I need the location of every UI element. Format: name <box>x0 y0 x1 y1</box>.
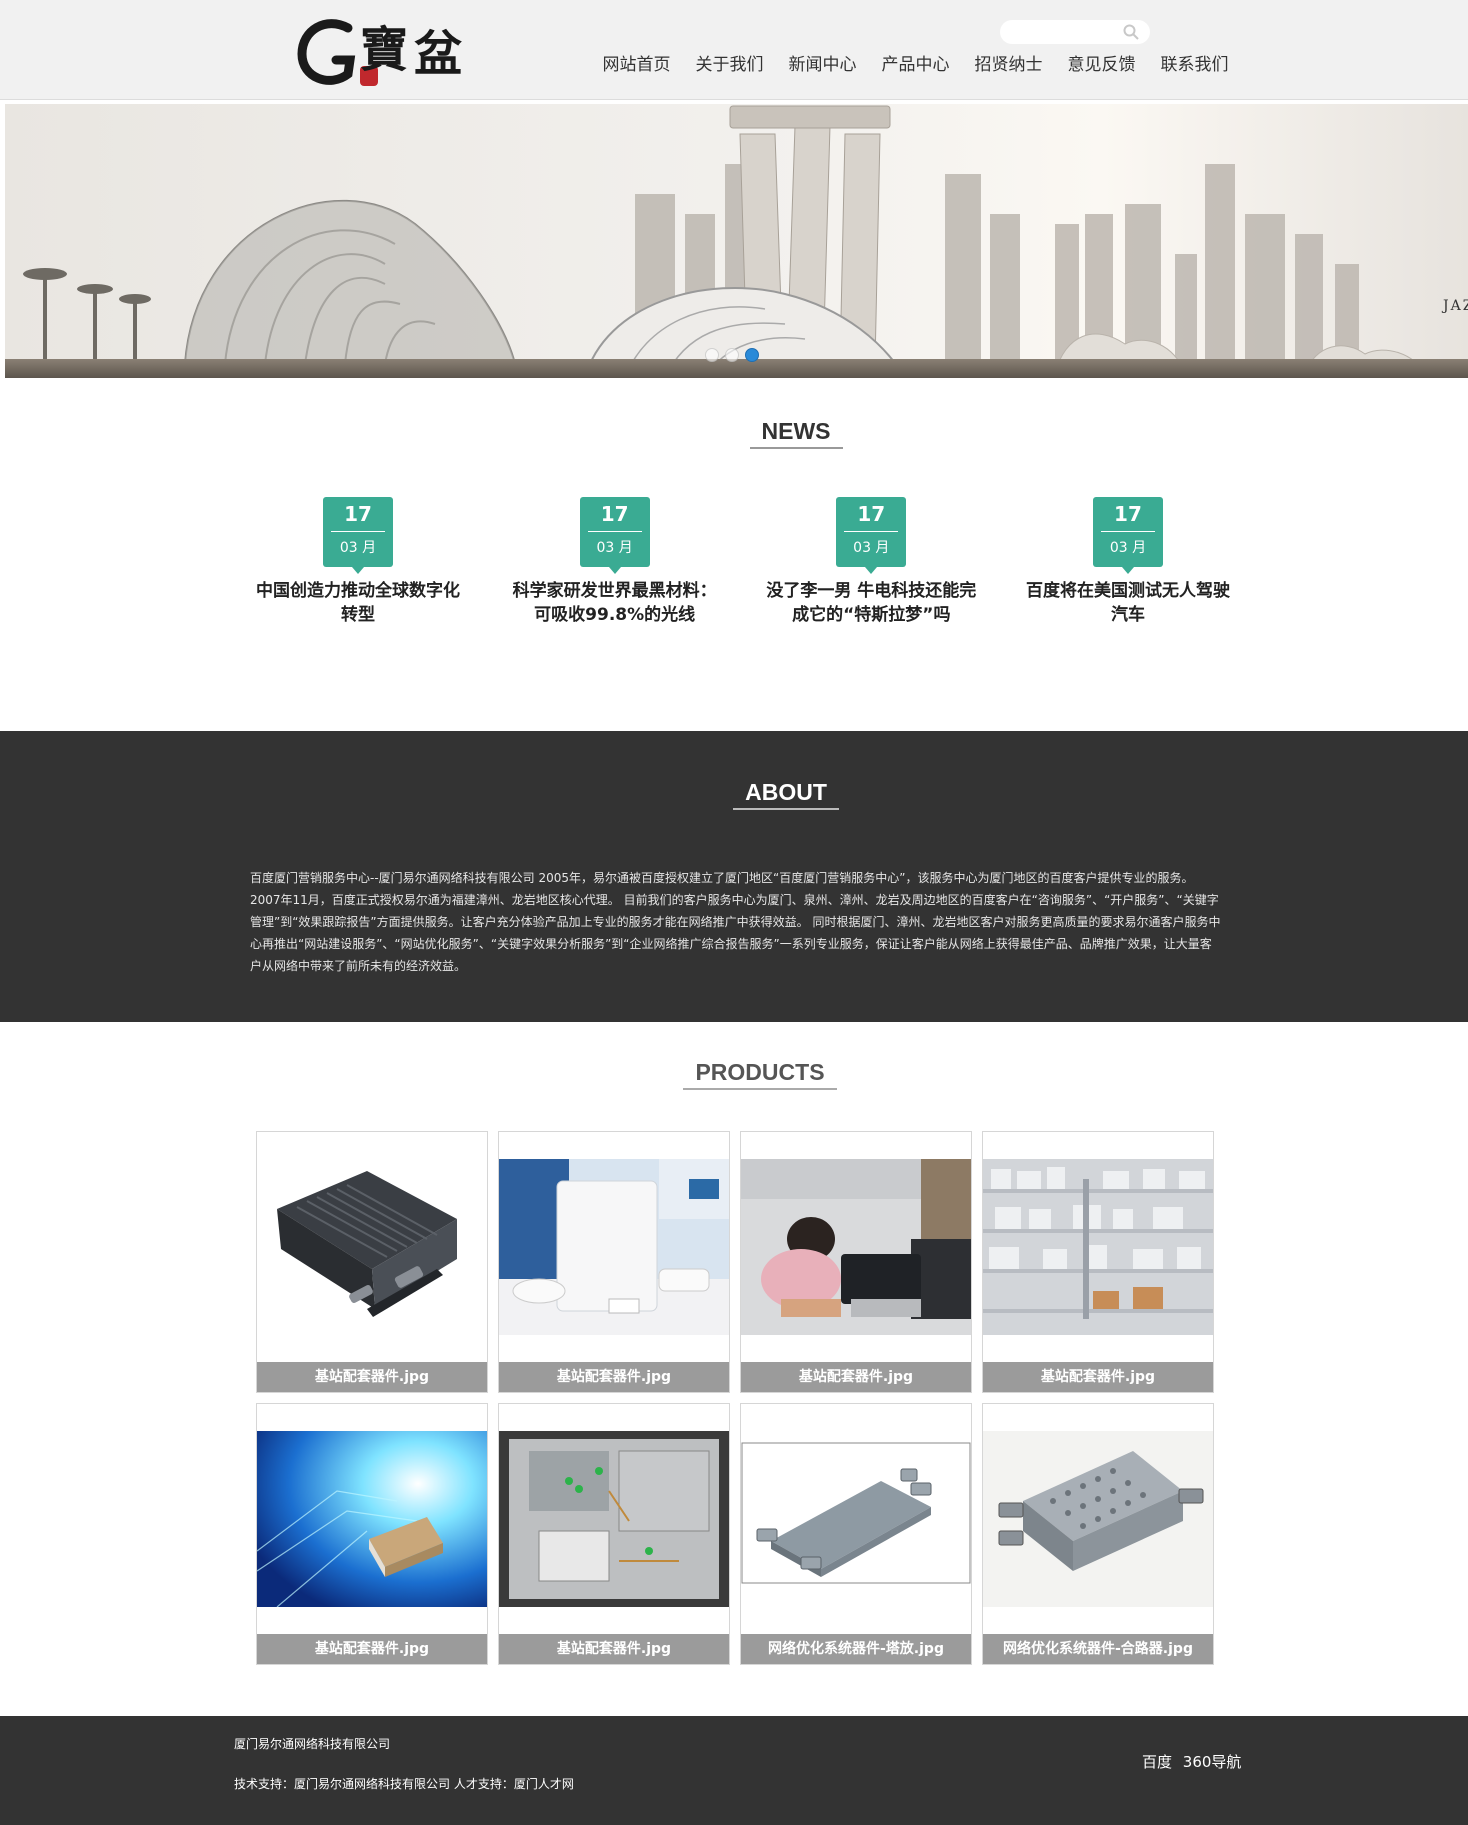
about-section-title: ABOUT <box>0 779 1468 810</box>
product-card[interactable]: 基站配套器件.jpg <box>498 1403 730 1665</box>
product-card[interactable]: 基站配套器件.jpg <box>740 1131 972 1393</box>
nav-feedback[interactable]: 意见反馈 <box>1055 52 1148 78</box>
footer-links: 百度 360导航 <box>1142 1751 1247 1772</box>
svg-text:寶: 寶 <box>360 22 408 78</box>
svg-text:盆: 盆 <box>414 26 462 82</box>
date-badge: 17 03 月 <box>1092 497 1163 574</box>
about-section: ABOUT 百度厦门营销服务中心--厦门易尔通网络科技有限公司 2005年，易尔… <box>0 731 1468 1022</box>
date-day: 17 <box>587 497 642 532</box>
product-card[interactable]: 网络优化系统器件-塔放.jpg <box>740 1403 972 1665</box>
news-item[interactable]: 17 03 月 科学家研发世界最黑材料：可吸收99.8%的光线 <box>505 497 725 627</box>
product-caption[interactable]: 基站配套器件.jpg <box>741 1362 971 1392</box>
date-month: 03 月 <box>853 540 890 556</box>
news-headline[interactable]: 百度将在美国测试无人驾驶汽车 <box>1018 579 1238 627</box>
date-month: 03 月 <box>339 540 377 556</box>
date-badge: 17 03 月 <box>836 497 907 574</box>
nav-about[interactable]: 关于我们 <box>683 52 776 78</box>
product-card[interactable]: 基站配套器件.jpg <box>256 1131 488 1393</box>
nav-careers[interactable]: 招贤纳士 <box>962 52 1055 78</box>
product-caption[interactable]: 基站配套器件.jpg <box>257 1634 487 1664</box>
footer-company: 厦门易尔通网络科技有限公司 <box>234 1737 391 1751</box>
product-caption[interactable]: 基站配套器件.jpg <box>499 1634 729 1664</box>
product-image-shelves[interactable] <box>983 1159 1213 1335</box>
footer-link-baidu[interactable]: 百度 <box>1142 1753 1172 1771</box>
search-box <box>1000 20 1150 44</box>
date-month: 03 月 <box>1109 540 1147 556</box>
about-text: 百度厦门营销服务中心--厦门易尔通网络科技有限公司 2005年，易尔通被百度授权… <box>250 871 1221 973</box>
footer-link-360[interactable]: 360导航 <box>1183 1753 1242 1771</box>
nav-news[interactable]: 新闻中心 <box>776 52 869 78</box>
product-caption[interactable]: 网络优化系统器件-塔放.jpg <box>741 1634 971 1664</box>
product-card[interactable]: 基站配套器件.jpg <box>982 1131 1214 1393</box>
news-item[interactable]: 17 03 月 百度将在美国测试无人驾驶汽车 <box>1018 497 1238 627</box>
product-caption[interactable]: 基站配套器件.jpg <box>983 1362 1213 1392</box>
date-day: 17 <box>331 497 385 532</box>
news-headline[interactable]: 没了李一男 牛电科技还能完成它的“特斯拉梦”吗 <box>761 579 981 627</box>
banner-skyline-image: JAZ <box>5 104 1468 378</box>
news-item[interactable]: 17 03 月 没了李一男 牛电科技还能完成它的“特斯拉梦”吗 <box>761 497 981 627</box>
site-header: 寶 盆 网站首页 关于我们 新闻中心 产品中心 招贤纳士 意见反馈 联系我们 <box>0 0 1468 100</box>
site-footer: 厦门易尔通网络科技有限公司 技术支持：厦门易尔通网络科技有限公司 人才支持：厦门… <box>0 1716 1468 1825</box>
products-section-title: PRODUCTS <box>0 1059 1468 1090</box>
news-section-title: NEWS <box>0 418 1468 449</box>
search-input[interactable] <box>1000 20 1120 44</box>
product-image-enclosure[interactable] <box>257 1159 487 1335</box>
product-image-cabinet[interactable] <box>499 1431 729 1607</box>
date-day: 17 <box>1100 497 1155 532</box>
site-logo[interactable]: 寶 盆 <box>296 8 478 94</box>
news-headline[interactable]: 科学家研发世界最黑材料：可吸收99.8%的光线 <box>505 579 725 627</box>
news-item[interactable]: 17 03 月 中国创造力推动全球数字化转型 <box>248 497 468 627</box>
svg-text:JAZ: JAZ <box>1441 298 1468 314</box>
product-image-antenna[interactable] <box>499 1159 729 1335</box>
nav-contact[interactable]: 联系我们 <box>1148 52 1241 78</box>
date-badge: 17 03 月 <box>579 497 650 574</box>
carousel-dot[interactable] <box>725 348 739 362</box>
date-month: 03 月 <box>596 540 633 556</box>
product-card[interactable]: 基站配套器件.jpg <box>498 1131 730 1393</box>
product-image-capacitor[interactable] <box>257 1431 487 1607</box>
product-image-tower-amplifier[interactable] <box>741 1431 971 1607</box>
carousel-dot-active[interactable] <box>745 348 759 362</box>
date-badge: 17 03 月 <box>323 497 393 574</box>
carousel-dot[interactable] <box>705 348 719 362</box>
product-card[interactable]: 基站配套器件.jpg <box>256 1403 488 1665</box>
footer-support: 技术支持：厦门易尔通网络科技有限公司 人才支持：厦门人才网 <box>234 1777 574 1791</box>
product-caption[interactable]: 网络优化系统器件-合路器.jpg <box>983 1634 1213 1664</box>
product-caption[interactable]: 基站配套器件.jpg <box>257 1362 487 1392</box>
news-headline[interactable]: 中国创造力推动全球数字化转型 <box>248 579 468 627</box>
product-image-technician[interactable] <box>741 1159 971 1335</box>
hero-banner[interactable]: JAZ <box>5 104 1468 378</box>
main-nav: 网站首页 关于我们 新闻中心 产品中心 招贤纳士 意见反馈 联系我们 <box>590 52 1241 78</box>
product-grid: 基站配套器件.jpg 基站配套器件.jpg 基站配套器件.jpg 基站配套器件.… <box>256 1131 1216 1665</box>
date-day: 17 <box>844 497 899 532</box>
product-image-combiner[interactable] <box>983 1431 1213 1607</box>
carousel-dots <box>705 348 759 362</box>
product-caption[interactable]: 基站配套器件.jpg <box>499 1362 729 1392</box>
news-list: 17 03 月 中国创造力推动全球数字化转型 17 03 月 科学家研发世界最黑… <box>248 497 1238 627</box>
nav-products[interactable]: 产品中心 <box>869 52 962 78</box>
search-icon[interactable] <box>1122 23 1140 41</box>
nav-home[interactable]: 网站首页 <box>590 52 683 78</box>
product-card[interactable]: 网络优化系统器件-合路器.jpg <box>982 1403 1214 1665</box>
